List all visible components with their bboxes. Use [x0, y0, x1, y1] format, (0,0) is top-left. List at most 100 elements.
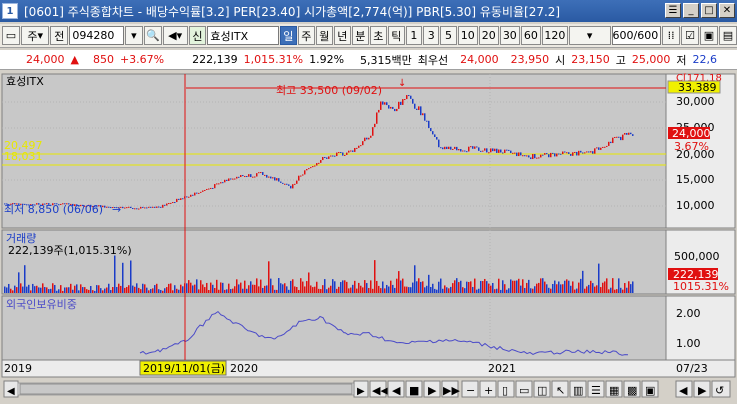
fit-icon: ▯: [502, 384, 508, 397]
candle: [286, 183, 288, 185]
close-button[interactable]: ✕: [719, 3, 735, 18]
tab-period-day[interactable]: 일: [279, 26, 297, 45]
tab-period-month[interactable]: 월: [315, 26, 333, 45]
candle: [380, 101, 382, 110]
volume-bar: [326, 289, 328, 293]
maximize-button[interactable]: □: [701, 3, 717, 18]
speaker-icon[interactable]: ◀▾: [162, 26, 188, 45]
multiplier-60[interactable]: 60: [520, 26, 541, 45]
candle: [586, 151, 588, 153]
candle: [370, 135, 372, 138]
chart-area[interactable]: 효성ITX 최고 33,500 (09/02) ↓ 최저 8,850 (06/0…: [0, 72, 737, 404]
stop-icon: ■: [409, 384, 419, 397]
settings-icon[interactable]: ☰: [665, 3, 681, 18]
candle: [618, 136, 620, 138]
tab-period-tick[interactable]: 틱: [387, 26, 405, 45]
multiplier-1[interactable]: 1: [405, 26, 423, 45]
tab-period-week[interactable]: 주: [297, 26, 315, 45]
multiplier-5[interactable]: 5: [440, 26, 457, 45]
save-chart-icon: ▣: [645, 384, 655, 397]
credit-badge: 신: [188, 26, 207, 45]
volume-bar: [366, 283, 368, 293]
candle: [352, 150, 354, 152]
ask-price: 24,000: [460, 53, 499, 66]
volume-bar: [330, 285, 332, 293]
candle: [510, 150, 512, 154]
candle: [448, 146, 450, 150]
tab-period-year[interactable]: 년: [333, 26, 351, 45]
candle: [240, 175, 242, 178]
multiplier-3[interactable]: 3: [423, 26, 440, 45]
volume-bar: [106, 287, 108, 293]
volume-bar: [388, 286, 390, 293]
multiplier-120[interactable]: 120: [541, 26, 568, 45]
x-label-last-date: 07/23: [676, 362, 708, 375]
candle: [558, 153, 560, 155]
checkbox-icon[interactable]: ☑: [681, 26, 700, 45]
low-price: 22,6: [692, 53, 718, 66]
volume-bar: [290, 280, 292, 293]
volume-bar: [346, 281, 348, 293]
volume-bar: [286, 286, 288, 293]
candle: [474, 146, 476, 149]
tab-period-minute[interactable]: 분: [351, 26, 369, 45]
stock-code-input[interactable]: 094280: [69, 26, 124, 45]
volume-bar: [292, 279, 294, 293]
x-axis: [1, 359, 736, 378]
multiplier-20[interactable]: 20: [478, 26, 499, 45]
candle: [260, 172, 262, 174]
volume-bar: [28, 284, 30, 293]
volume-bar: [180, 284, 182, 293]
volume-bar: [90, 286, 92, 293]
candle: [622, 134, 624, 141]
volume-bar: [122, 262, 124, 293]
candle: [430, 128, 432, 132]
window-title: [0601] 주식종합차트 - 배당수익률[3.2] PER[23.40] 시가…: [24, 4, 561, 19]
volume-bar: [464, 288, 466, 293]
candle: [602, 146, 604, 148]
guide-value-lower: 18,031: [4, 150, 43, 163]
multiplier-10[interactable]: 10: [457, 26, 478, 45]
volume-bar: [522, 279, 524, 293]
volume-bar: [426, 285, 428, 293]
layout-icon[interactable]: ▤: [718, 26, 737, 45]
data-count-field[interactable]: 600/600: [611, 26, 662, 45]
market-select[interactable]: 주 ▾: [20, 26, 50, 45]
candle: [550, 152, 552, 158]
current-pct-tag: 3.67%: [674, 140, 709, 153]
minimize-button[interactable]: _: [683, 3, 699, 18]
candle: [302, 174, 304, 176]
volume-bar: [16, 287, 18, 293]
candle: [350, 150, 352, 152]
candle: [512, 152, 514, 154]
dropdown-icon[interactable]: ▾: [124, 26, 143, 45]
volume-bar: [250, 281, 252, 293]
candle: [168, 203, 170, 205]
candle: [252, 176, 254, 178]
tab-period-second[interactable]: 초: [369, 26, 387, 45]
volume-bar: [370, 280, 372, 293]
multiplier-30[interactable]: 30: [499, 26, 520, 45]
volume-bar: [240, 282, 242, 293]
candle: [298, 175, 300, 181]
volume-bar: [118, 283, 120, 293]
custom-period-select[interactable]: ▾: [568, 26, 611, 45]
prev-button[interactable]: 전: [50, 26, 69, 45]
chart-type-icon[interactable]: ▭: [2, 26, 20, 45]
settings-grid-icon[interactable]: ⁞⁞: [662, 26, 681, 45]
volume-bar: [394, 287, 396, 293]
current-price: 24,000: [26, 53, 65, 66]
save-icon[interactable]: ▣: [700, 26, 718, 45]
volume-bar: [54, 285, 56, 293]
volume-bar: [586, 286, 588, 293]
volume-bar: [268, 261, 270, 293]
volume-bar: [256, 278, 258, 293]
volume-bar: [616, 289, 618, 293]
search-icon[interactable]: 🔍: [143, 26, 162, 45]
volume-bar: [76, 284, 78, 293]
chart-svg[interactable]: 효성ITX 최고 33,500 (09/02) ↓ 최저 8,850 (06/0…: [0, 72, 737, 404]
zoom-in-icon: +: [484, 384, 493, 397]
scroll-thumb[interactable]: [19, 383, 353, 395]
volume-bar: [92, 290, 94, 293]
candle: [418, 106, 420, 110]
